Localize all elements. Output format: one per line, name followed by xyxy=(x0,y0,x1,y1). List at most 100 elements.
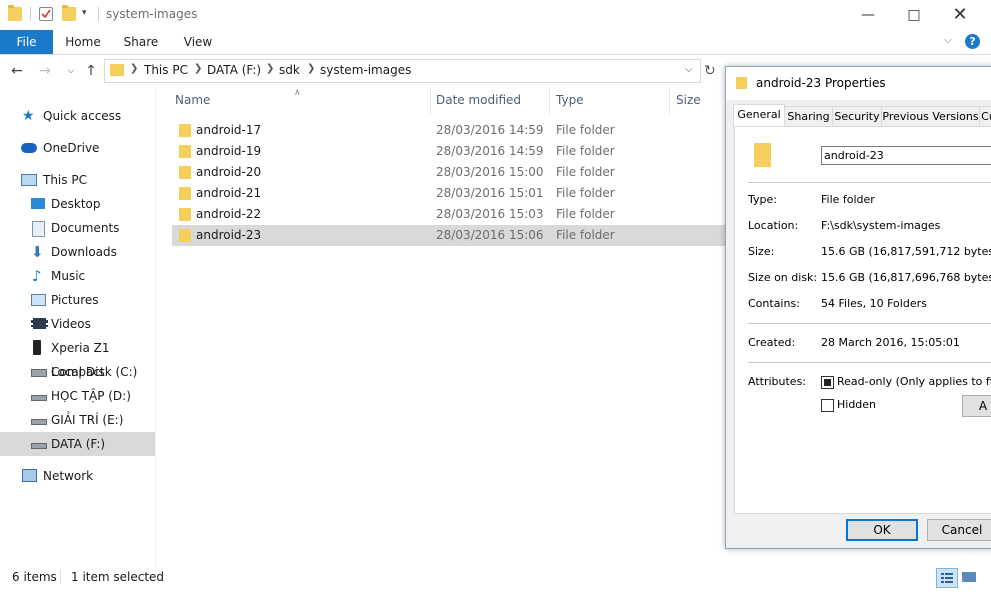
close-button[interactable]: ✕ xyxy=(937,0,983,30)
network-icon xyxy=(22,469,37,482)
sidebar-item-documents[interactable]: Documents xyxy=(0,216,155,240)
chevron-right-icon[interactable]: ❯ xyxy=(130,63,138,74)
tab-share[interactable]: Share xyxy=(118,30,164,54)
tab-sharing[interactable]: Sharing xyxy=(784,106,833,127)
created-label: Created: xyxy=(748,336,796,349)
tab-file[interactable]: File xyxy=(0,30,53,54)
table-row[interactable]: android-21 28/03/2016 15:01 File folder xyxy=(172,183,732,204)
sidebar-item-pictures[interactable]: Pictures xyxy=(0,288,155,312)
details-view-icon[interactable] xyxy=(936,568,958,588)
sidebar-item-network[interactable]: Network xyxy=(0,464,155,488)
sidebar-item-data-f[interactable]: DATA (F:) xyxy=(0,432,155,456)
crumb-system-images[interactable]: system-images xyxy=(320,63,411,77)
location-label: Location: xyxy=(748,219,799,232)
chevron-right-icon[interactable]: ❯ xyxy=(307,63,315,74)
tab-view[interactable]: View xyxy=(176,30,220,54)
crumb-this-pc[interactable]: This PC xyxy=(144,63,188,77)
divider xyxy=(748,362,991,363)
minimize-button[interactable]: — xyxy=(845,0,891,30)
divider xyxy=(30,7,31,21)
crumb-sdk[interactable]: sdk xyxy=(279,63,300,77)
table-row[interactable]: android-17 28/03/2016 14:59 File folder xyxy=(172,120,732,141)
up-icon[interactable]: ↑ xyxy=(82,63,100,79)
new-folder-icon[interactable] xyxy=(62,5,76,21)
sidebar-item-videos[interactable]: Videos xyxy=(0,312,155,336)
sidebar-item-label: This PC xyxy=(43,173,87,187)
drive-icon xyxy=(31,443,47,449)
address-bar[interactable]: ❯ This PC ❯ DATA (F:) ❯ sdk ❯ system-ima… xyxy=(104,59,701,83)
refresh-icon[interactable]: ↻ xyxy=(704,63,724,81)
column-header-date[interactable]: Date modified xyxy=(436,93,521,107)
tab-home[interactable]: Home xyxy=(60,30,106,54)
file-list: ∧ Name Date modified Type Size android-1… xyxy=(156,88,732,568)
sidebar-item-label: Desktop xyxy=(51,197,101,211)
tab-previous-versions[interactable]: Previous Versions xyxy=(881,106,980,127)
tab-customize[interactable]: Cu xyxy=(979,106,991,127)
customize-toolbar-icon[interactable]: ▾ xyxy=(82,8,96,22)
size-label: Size: xyxy=(748,245,775,258)
column-header-name[interactable]: Name xyxy=(175,93,210,107)
chevron-right-icon[interactable]: ❯ xyxy=(266,63,274,74)
file-date: 28/03/2016 15:03 xyxy=(436,207,544,221)
phone-icon xyxy=(33,340,41,355)
file-name: android-17 xyxy=(196,123,262,137)
table-row[interactable]: android-20 28/03/2016 15:00 File folder xyxy=(172,162,732,183)
help-icon[interactable]: ? xyxy=(965,34,980,49)
file-date: 28/03/2016 14:59 xyxy=(436,123,544,137)
back-icon[interactable]: ← xyxy=(8,63,26,79)
sidebar-item-music[interactable]: ♪ Music xyxy=(0,264,155,288)
forward-icon[interactable]: → xyxy=(36,63,54,79)
file-date: 28/03/2016 14:59 xyxy=(436,144,544,158)
drive-icon xyxy=(31,369,47,377)
column-header-size[interactable]: Size xyxy=(676,93,701,107)
divider xyxy=(60,570,61,584)
sidebar-item-hoc-tap-d[interactable]: HỌC TẬP (D:) xyxy=(0,384,155,408)
properties-icon[interactable] xyxy=(39,7,53,21)
column-divider[interactable] xyxy=(430,88,431,114)
music-icon: ♪ xyxy=(32,267,42,285)
cancel-button[interactable]: Cancel xyxy=(927,519,991,541)
advanced-button[interactable]: A xyxy=(962,395,991,417)
sidebar-item-local-disk-c[interactable]: Local Disk (C:) xyxy=(0,360,155,384)
chevron-right-icon[interactable]: ❯ xyxy=(194,63,202,74)
size-value: 15.6 GB (16,817,591,712 bytes) xyxy=(821,245,991,258)
table-row[interactable]: android-23 28/03/2016 15:06 File folder xyxy=(172,225,732,246)
sidebar-item-label: Pictures xyxy=(51,293,99,307)
recent-locations-icon[interactable]: ⌵ xyxy=(62,63,80,79)
folder-icon xyxy=(179,208,191,221)
large-icons-view-icon[interactable] xyxy=(960,569,978,585)
read-only-checkbox[interactable] xyxy=(821,376,834,389)
tab-security[interactable]: Security xyxy=(832,106,882,127)
sidebar-item-this-pc[interactable]: This PC xyxy=(0,168,155,192)
ok-button[interactable]: OK xyxy=(846,519,918,541)
sidebar-item-quick-access[interactable]: ★ Quick access xyxy=(0,104,155,128)
file-name: android-21 xyxy=(196,186,262,200)
sidebar-item-giai-tri-e[interactable]: GIẢI TRÍ (E:) xyxy=(0,408,155,432)
sidebar-item-onedrive[interactable]: OneDrive xyxy=(0,136,155,160)
read-only-label: Read-only (Only applies to files in xyxy=(837,375,991,388)
column-divider[interactable] xyxy=(669,88,670,114)
folder-name-input[interactable] xyxy=(821,146,991,165)
folder-icon xyxy=(179,145,191,158)
maximize-button[interactable]: □ xyxy=(891,0,937,30)
file-date: 28/03/2016 15:06 xyxy=(436,228,544,242)
hidden-checkbox[interactable] xyxy=(821,399,834,412)
chevron-down-icon[interactable]: ⌵ xyxy=(685,64,693,75)
expand-ribbon-icon[interactable]: ⌵ xyxy=(944,35,952,46)
properties-dialog: android-23 Properties General Sharing Se… xyxy=(725,66,991,549)
item-count: 6 items xyxy=(12,570,57,584)
sidebar-item-xperia[interactable]: Xperia Z1 Compact xyxy=(0,336,155,379)
column-divider[interactable] xyxy=(549,88,550,114)
file-type: File folder xyxy=(556,186,615,200)
table-row[interactable]: android-19 28/03/2016 14:59 File folder xyxy=(172,141,732,162)
sidebar-item-desktop[interactable]: Desktop xyxy=(0,192,155,216)
tab-general[interactable]: General xyxy=(733,104,785,127)
sidebar-item-label: Local Disk (C:) xyxy=(51,365,138,379)
crumb-data-f[interactable]: DATA (F:) xyxy=(207,63,261,77)
drive-icon xyxy=(31,395,47,401)
column-header-type[interactable]: Type xyxy=(556,93,584,107)
file-type: File folder xyxy=(556,123,615,137)
contains-label: Contains: xyxy=(748,297,800,310)
table-row[interactable]: android-22 28/03/2016 15:03 File folder xyxy=(172,204,732,225)
sidebar-item-downloads[interactable]: ⬇ Downloads xyxy=(0,240,155,264)
